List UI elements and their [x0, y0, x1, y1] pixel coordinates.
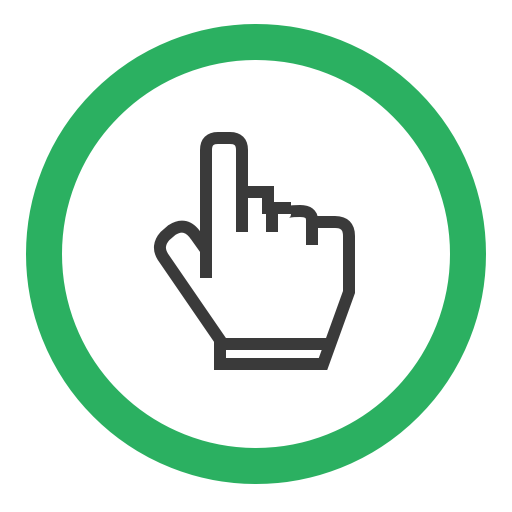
pointing-hand-icon: [26, 24, 486, 484]
icon-canvas: [0, 0, 512, 512]
ring-circle: [26, 24, 486, 484]
